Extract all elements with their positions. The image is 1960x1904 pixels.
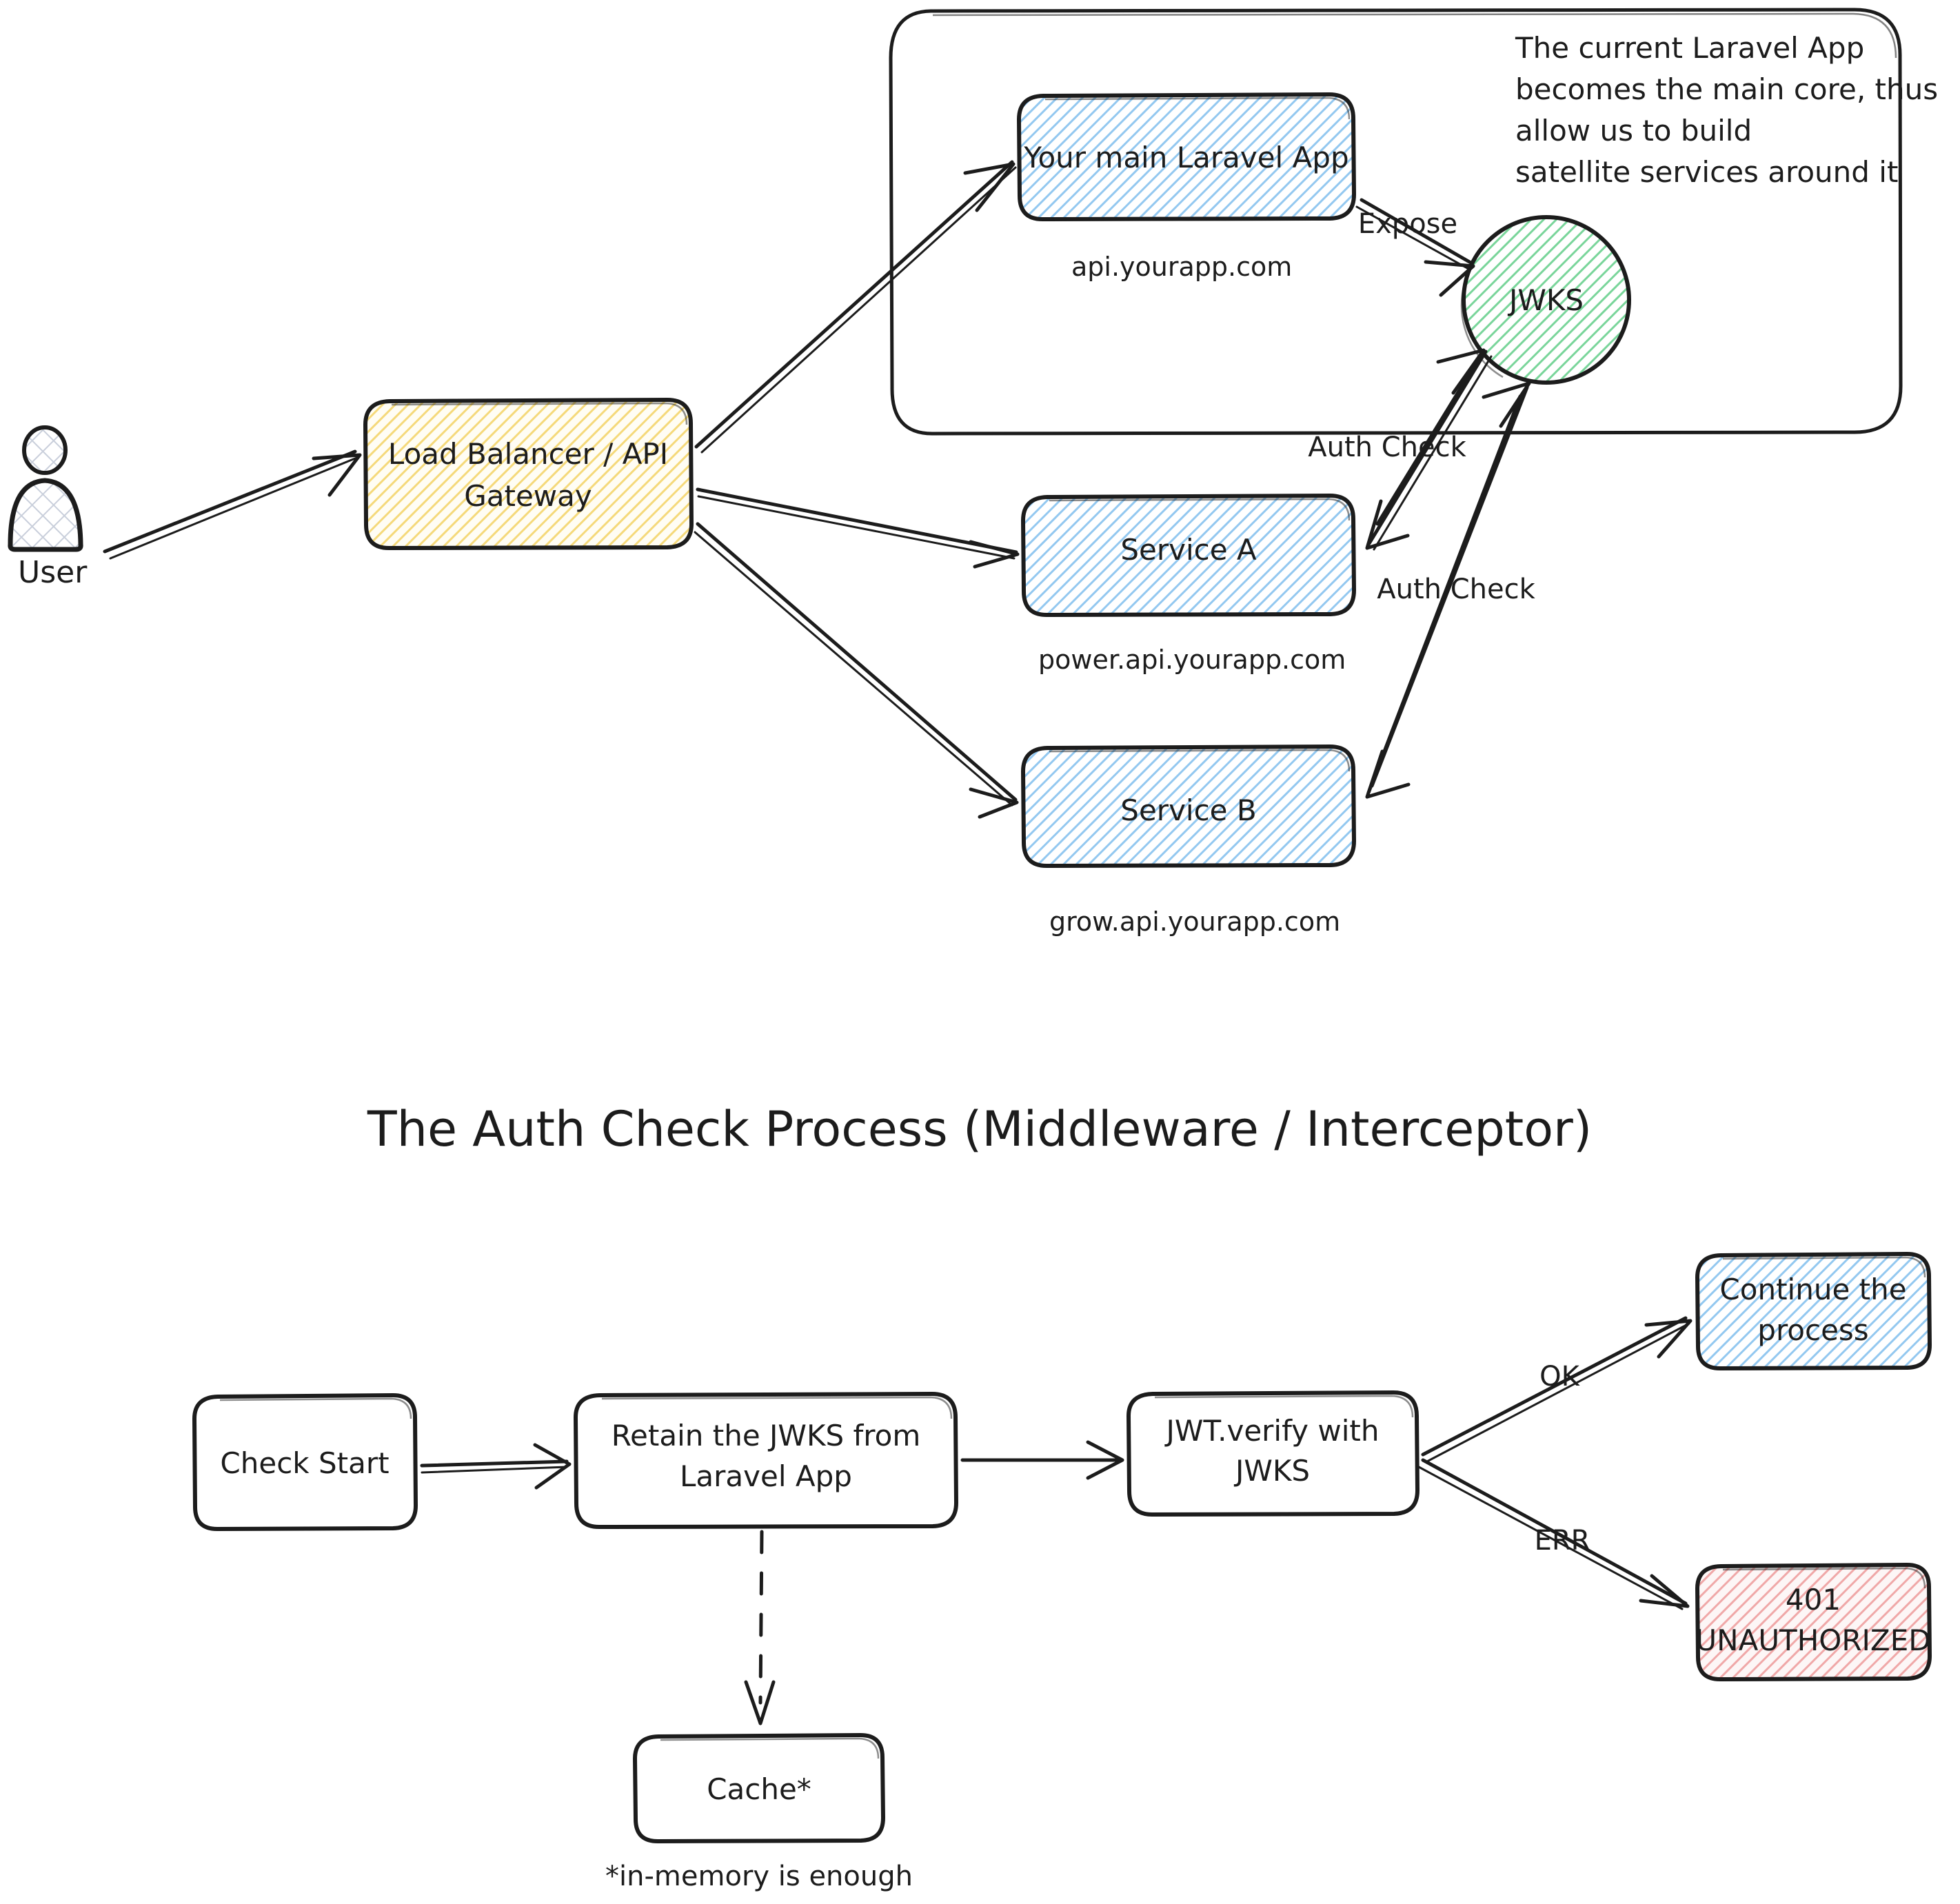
jwt-verify-label-line2: JWKS [1233, 1454, 1310, 1488]
cache-footnote: *in-memory is enough [605, 1861, 913, 1892]
core-annotation-line-3: allow us to build [1515, 114, 1752, 148]
gateway-label-line1: Load Balancer / API [388, 437, 668, 471]
check-start-label: Check Start [220, 1446, 389, 1480]
core-annotation-line-1: The current Laravel App [1515, 31, 1864, 65]
unauthorized-label-line2: UNAUTHORIZED [1695, 1623, 1930, 1657]
unauthorized-label-line1: 401 [1786, 1583, 1841, 1617]
auth-check-b-label: Auth Check [1377, 574, 1535, 605]
diagram-canvas: User Load Balancer / API Gateway Your ma… [0, 0, 1960, 1904]
retain-jwks-label-line1: Retain the JWKS from [612, 1419, 920, 1452]
unauthorized-node[interactable] [1695, 1563, 1932, 1681]
main-app-label: Your main Laravel App [1023, 141, 1348, 174]
section-title: The Auth Check Process (Middleware / Int… [367, 1101, 1592, 1157]
expose-edge-label: Expose [1358, 208, 1457, 240]
retain-jwks-label-line2: Laravel App [680, 1459, 852, 1493]
continue-label-line1: Continue the [1719, 1273, 1906, 1306]
actor-label: User [18, 555, 88, 590]
main-app-sublabel: api.yourapp.com [1071, 252, 1292, 282]
continue-node[interactable] [1695, 1252, 1932, 1370]
jwt-verify-label-line1: JWT.verify with [1164, 1414, 1380, 1448]
core-annotation: The current Laravel App becomes the main… [1515, 31, 1938, 189]
core-annotation-line-2: becomes the main core, thus [1515, 72, 1938, 106]
auth-check-a-label: Auth Check [1308, 432, 1466, 463]
diagram-svg: User Load Balancer / API Gateway Your ma… [8, 8, 1938, 1892]
core-annotation-line-4: satellite services around it [1515, 155, 1898, 189]
service-b-sublabel: grow.api.yourapp.com [1049, 907, 1340, 937]
service-b-label: Service B [1120, 793, 1256, 827]
gateway-label-line2: Gateway [464, 479, 592, 513]
top-arrows [103, 160, 1531, 819]
gateway-node[interactable] [363, 398, 694, 550]
service-a-label: Service A [1120, 533, 1257, 567]
ok-edge-label: OK [1539, 1361, 1580, 1392]
service-a-sublabel: power.api.yourapp.com [1038, 645, 1346, 675]
cache-label: Cache* [707, 1772, 811, 1806]
avatar [8, 425, 83, 552]
jwks-label: JWKS [1507, 283, 1584, 317]
continue-label-line2: process [1757, 1313, 1868, 1347]
err-edge-label: ERR [1535, 1525, 1590, 1557]
